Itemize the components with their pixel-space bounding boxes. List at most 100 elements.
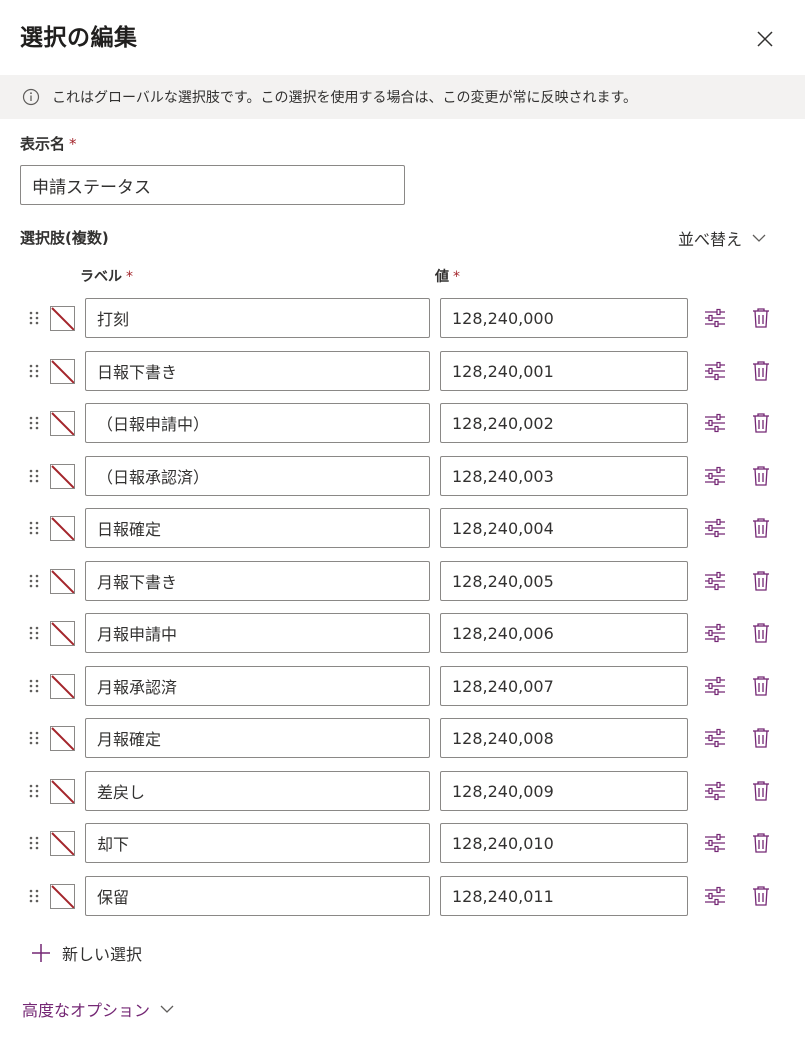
drag-handle-icon[interactable]	[28, 520, 40, 536]
drag-handle-icon[interactable]	[28, 468, 40, 484]
sort-button[interactable]: 並べ替え	[678, 226, 766, 250]
close-button[interactable]	[751, 25, 779, 53]
trash-icon	[753, 361, 769, 381]
no-color-icon[interactable]	[50, 359, 75, 384]
choice-label-input[interactable]	[85, 771, 430, 811]
new-choice-label: 新しい選択	[62, 945, 143, 964]
no-color-icon[interactable]	[50, 411, 75, 436]
choice-properties-button[interactable]	[703, 832, 727, 854]
choice-row	[0, 351, 805, 391]
choice-value-input[interactable]	[440, 666, 688, 706]
display-name-input[interactable]	[20, 165, 405, 205]
choice-label-input[interactable]	[85, 508, 430, 548]
display-name-label: 表示名 *	[20, 135, 77, 153]
drag-handle-icon[interactable]	[28, 888, 40, 904]
trash-icon	[753, 466, 769, 486]
choices-label: 選択肢(複数)	[20, 229, 109, 247]
choice-row	[0, 298, 805, 338]
plus-icon	[32, 944, 50, 962]
choice-properties-button[interactable]	[703, 622, 727, 644]
choice-label-input[interactable]	[85, 456, 430, 496]
no-color-icon[interactable]	[50, 621, 75, 646]
choice-value-input[interactable]	[440, 456, 688, 496]
delete-choice-button[interactable]	[750, 306, 772, 330]
drag-handle-icon[interactable]	[28, 625, 40, 641]
drag-handle-icon[interactable]	[28, 835, 40, 851]
sliders-icon	[705, 413, 725, 433]
no-color-icon[interactable]	[50, 884, 75, 909]
choice-label-input[interactable]	[85, 718, 430, 758]
sliders-icon	[705, 361, 725, 381]
no-color-icon[interactable]	[50, 516, 75, 541]
delete-choice-button[interactable]	[750, 884, 772, 908]
sort-label: 並べ替え	[678, 230, 743, 249]
delete-choice-button[interactable]	[750, 359, 772, 383]
choice-properties-button[interactable]	[703, 675, 727, 697]
choice-properties-button[interactable]	[703, 780, 727, 802]
delete-choice-button[interactable]	[750, 569, 772, 593]
drag-handle-icon[interactable]	[28, 573, 40, 589]
no-color-icon[interactable]	[50, 779, 75, 804]
trash-icon	[753, 413, 769, 433]
choice-properties-button[interactable]	[703, 885, 727, 907]
choice-value-input[interactable]	[440, 508, 688, 548]
no-color-icon[interactable]	[50, 464, 75, 489]
trash-icon	[753, 308, 769, 328]
choice-row	[0, 613, 805, 653]
choice-value-input[interactable]	[440, 876, 688, 916]
choice-properties-button[interactable]	[703, 570, 727, 592]
choice-label-input[interactable]	[85, 876, 430, 916]
delete-choice-button[interactable]	[750, 464, 772, 488]
delete-choice-button[interactable]	[750, 779, 772, 803]
delete-choice-button[interactable]	[750, 621, 772, 645]
choice-properties-button[interactable]	[703, 727, 727, 749]
sliders-icon	[705, 308, 725, 328]
choice-value-input[interactable]	[440, 823, 688, 863]
choice-value-input[interactable]	[440, 613, 688, 653]
no-color-icon[interactable]	[50, 306, 75, 331]
delete-choice-button[interactable]	[750, 411, 772, 435]
choice-value-input[interactable]	[440, 771, 688, 811]
choice-value-input[interactable]	[440, 403, 688, 443]
drag-handle-icon[interactable]	[28, 678, 40, 694]
choice-label-input[interactable]	[85, 613, 430, 653]
choice-value-input[interactable]	[440, 351, 688, 391]
sliders-icon	[705, 518, 725, 538]
delete-choice-button[interactable]	[750, 726, 772, 750]
drag-handle-icon[interactable]	[28, 783, 40, 799]
delete-choice-button[interactable]	[750, 674, 772, 698]
info-text: これはグローバルな選択肢です。この選択を使用する場合は、この変更が常に反映されま…	[52, 90, 638, 106]
no-color-icon[interactable]	[50, 569, 75, 594]
choice-label-input[interactable]	[85, 823, 430, 863]
choice-label-input[interactable]	[85, 666, 430, 706]
choice-value-input[interactable]	[440, 298, 688, 338]
no-color-icon[interactable]	[50, 726, 75, 751]
choice-properties-button[interactable]	[703, 465, 727, 487]
choice-value-input[interactable]	[440, 718, 688, 758]
choice-properties-button[interactable]	[703, 360, 727, 382]
choice-properties-button[interactable]	[703, 307, 727, 329]
choice-label-input[interactable]	[85, 351, 430, 391]
choice-label-input[interactable]	[85, 298, 430, 338]
no-color-icon[interactable]	[50, 831, 75, 856]
advanced-options-toggle[interactable]: 高度なオプション	[22, 997, 174, 1021]
choice-label-input[interactable]	[85, 561, 430, 601]
sliders-icon	[705, 466, 725, 486]
delete-choice-button[interactable]	[750, 516, 772, 540]
choice-row	[0, 876, 805, 916]
new-choice-button[interactable]: 新しい選択	[31, 941, 142, 965]
drag-handle-icon[interactable]	[28, 310, 40, 326]
choice-value-input[interactable]	[440, 561, 688, 601]
delete-choice-button[interactable]	[750, 831, 772, 855]
choice-properties-button[interactable]	[703, 517, 727, 539]
sliders-icon	[705, 781, 725, 801]
drag-handle-icon[interactable]	[28, 730, 40, 746]
drag-handle-icon[interactable]	[28, 363, 40, 379]
trash-icon	[753, 886, 769, 906]
drag-handle-icon[interactable]	[28, 415, 40, 431]
sliders-icon	[705, 623, 725, 643]
choice-label-input[interactable]	[85, 403, 430, 443]
choice-properties-button[interactable]	[703, 412, 727, 434]
no-color-icon[interactable]	[50, 674, 75, 699]
sliders-icon	[705, 833, 725, 853]
